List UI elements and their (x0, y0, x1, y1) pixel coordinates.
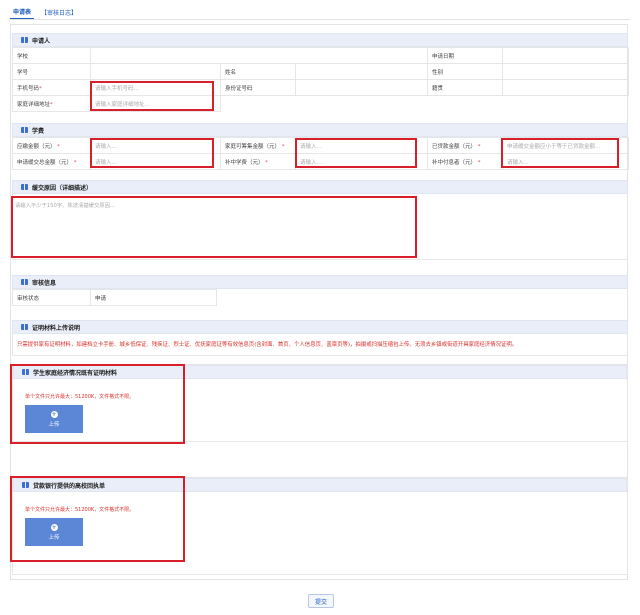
paid-label: 已贷款金额（元） * (427, 137, 503, 154)
tab-review-log[interactable]: 【审核日志】 (38, 6, 80, 19)
apply-defer-label: 申请缓交总金额（元） * (12, 153, 91, 170)
tab-bar: 申请表 【审核日志】 (10, 4, 80, 20)
highlight-box (295, 138, 417, 168)
submit-button[interactable]: 提交 (308, 594, 334, 608)
book-icon (21, 37, 28, 43)
tab-application[interactable]: 申请表 (10, 5, 35, 19)
highlight-box (10, 364, 185, 444)
interest-label: 补中付息者（元） * (427, 153, 503, 170)
household-label: 籍贯 (427, 79, 503, 96)
review-table: 审核状态 申请 (12, 289, 629, 306)
gender-label: 性别 (427, 63, 503, 80)
should-pay-label: 应缴金额（元） * (12, 137, 91, 154)
highlight-box (10, 476, 185, 562)
status-label: 审核状态 (12, 289, 91, 306)
divider (10, 19, 630, 20)
address-label: 家庭详细地址* (12, 95, 91, 112)
address-spacer (221, 96, 629, 112)
highlight-box (501, 138, 619, 168)
phone-label: 手机号码* (12, 79, 91, 96)
tuition-header: 学费 (12, 123, 628, 137)
id-card-label: 身份证号码 (220, 79, 296, 96)
highlight-box (90, 138, 214, 168)
highlight-box (90, 81, 214, 111)
book-icon (21, 184, 28, 190)
review-header: 审核信息 (12, 275, 628, 289)
book-icon (21, 279, 28, 285)
apply-date-label: 申请日期 (427, 47, 503, 64)
household-value (502, 79, 629, 96)
status-value: 申请 (90, 289, 217, 306)
materials-section: 证明材料上传说明 只需提供家有证明材料，如建档立卡手册、城乡低保证、残疾证、烈士… (12, 320, 628, 356)
materials-header: 证明材料上传说明 (12, 320, 628, 334)
review-section: 审核信息 审核状态 申请 (12, 275, 628, 306)
book-icon (21, 127, 28, 133)
name-value (295, 63, 428, 80)
id-card-value (295, 79, 428, 96)
apply-date-value (502, 47, 629, 64)
reason-textarea[interactable]: 请输入不少于150字、陈述清楚缓交原因... (11, 196, 417, 258)
school-value (90, 47, 428, 64)
loan-amount-label: 家庭可筹集金额（元） * (220, 137, 296, 154)
student-id-label: 学号 (12, 63, 91, 80)
grade-label: 补中学费（元） * (220, 153, 296, 170)
school-label: 学校 (12, 47, 91, 64)
gender-value (502, 63, 629, 80)
applicant-header: 申请人 (12, 33, 628, 47)
materials-notice: 只需提供家有证明材料，如建档立卡手册、城乡低保证、残疾证、烈士证、优抚家庭证等有… (12, 334, 628, 356)
student-id-value (90, 63, 221, 80)
status-spacer (217, 290, 629, 306)
name-label: 姓名 (220, 63, 296, 80)
reason-header: 缓交原因（详细描述） (12, 180, 628, 194)
book-icon (21, 324, 28, 330)
